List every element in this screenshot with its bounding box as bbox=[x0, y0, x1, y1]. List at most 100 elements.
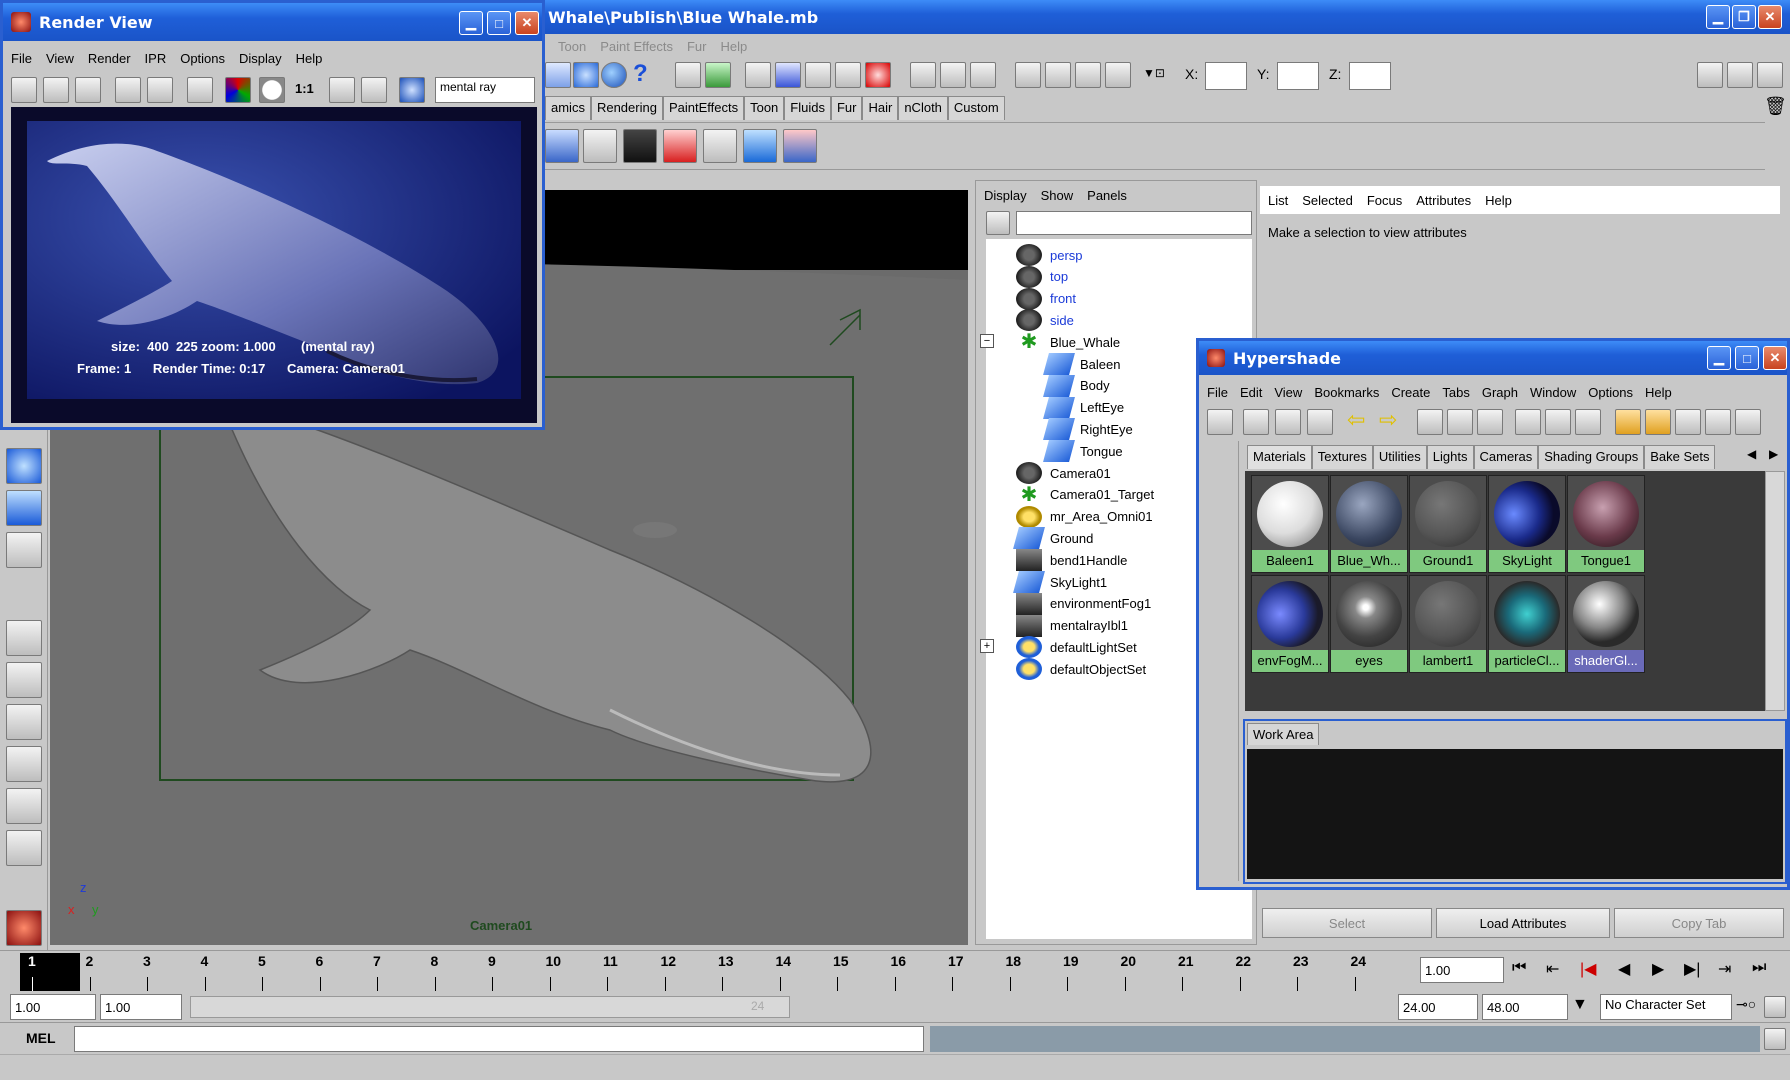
hs-menu-file[interactable]: File bbox=[1207, 385, 1228, 400]
x-field[interactable] bbox=[1205, 62, 1247, 90]
go-to-end-icon[interactable]: ⏭ bbox=[1752, 959, 1766, 977]
shelf-box-icon[interactable] bbox=[743, 129, 777, 163]
outliner-item[interactable]: Tongue bbox=[1043, 439, 1123, 463]
hs-show-bottom-tabs-icon[interactable] bbox=[1275, 409, 1301, 435]
hs-sort-by-name-icon[interactable] bbox=[1675, 409, 1701, 435]
shelf-tab-ncloth[interactable]: nCloth bbox=[898, 96, 948, 120]
output-ops-icon[interactable] bbox=[940, 62, 966, 88]
hs-show-top-tabs-icon[interactable] bbox=[1243, 409, 1269, 435]
hs-sort-by-time-icon[interactable] bbox=[1735, 409, 1761, 435]
rv-menu-view[interactable]: View bbox=[46, 51, 74, 66]
hs-toggle-create-bar-icon[interactable] bbox=[1207, 409, 1233, 435]
hs-tab-materials[interactable]: Materials bbox=[1247, 445, 1312, 469]
z-field[interactable] bbox=[1349, 62, 1391, 90]
rv-ipr-icon[interactable] bbox=[115, 77, 141, 103]
shelf-tab-custom[interactable]: Custom bbox=[947, 96, 1005, 120]
shelf-render-settings-icon[interactable] bbox=[623, 129, 657, 163]
outliner-search-input[interactable] bbox=[1016, 211, 1252, 235]
shelf-light-icon[interactable] bbox=[703, 129, 737, 163]
shelf-tab-fur[interactable]: Fur bbox=[830, 96, 863, 120]
material-swatch[interactable]: Blue_Wh... bbox=[1330, 475, 1408, 573]
outliner-menu-show[interactable]: Show bbox=[1041, 188, 1074, 203]
hs-tab-lights[interactable]: Lights bbox=[1426, 445, 1474, 469]
step-forward-frame-icon[interactable]: ▶| bbox=[1684, 959, 1700, 979]
hs-rearrange-icon[interactable] bbox=[1447, 409, 1473, 435]
single-pane-layout-icon[interactable] bbox=[6, 620, 42, 656]
input-ops-icon[interactable] bbox=[910, 62, 936, 88]
shelf-tab-fluids[interactable]: Fluids bbox=[784, 96, 831, 120]
rv-display-icon[interactable] bbox=[399, 77, 425, 103]
four-pane-layout-icon[interactable] bbox=[6, 662, 42, 698]
shelf-tab-toon[interactable]: Toon bbox=[744, 96, 785, 120]
material-swatch[interactable]: envFogM... bbox=[1251, 575, 1329, 673]
outliner-item[interactable]: Camera01 bbox=[1016, 461, 1111, 485]
render-view-minimize-button[interactable]: ▁ bbox=[459, 11, 483, 35]
hs-menu-bookmarks[interactable]: Bookmarks bbox=[1314, 385, 1379, 400]
outliner-item[interactable]: SkyLight1 bbox=[1013, 570, 1107, 594]
graph-layout-icon[interactable] bbox=[6, 746, 42, 782]
hs-input-output-icon[interactable] bbox=[1545, 409, 1571, 435]
outliner-item[interactable]: front bbox=[1016, 287, 1076, 311]
hs-menu-graph[interactable]: Graph bbox=[1482, 385, 1518, 400]
hs-clear-graph-icon[interactable] bbox=[1417, 409, 1443, 435]
time-slider[interactable]: 1 2 3 4 5 6 7 8 9 10 11 12 13 14 15 16 17 18 19 20 21 22 23 24 … bbox=[0, 950, 1790, 992]
view-snap-icon[interactable] bbox=[835, 62, 861, 88]
start-time-field[interactable] bbox=[10, 994, 96, 1020]
auto-key-icon[interactable]: ⊸○ bbox=[1736, 996, 1756, 1013]
live-icon[interactable] bbox=[865, 62, 891, 88]
outliner-menu-display[interactable]: Display bbox=[984, 188, 1027, 203]
attr-copy-tab-button[interactable]: Copy Tab bbox=[1614, 908, 1784, 938]
playback-start-field[interactable] bbox=[100, 994, 182, 1020]
play-forward-icon[interactable]: ▶ bbox=[1652, 959, 1664, 979]
command-language-label[interactable]: MEL bbox=[26, 1030, 56, 1046]
shelf-paint-icon[interactable] bbox=[783, 129, 817, 163]
rv-render-settings-icon[interactable] bbox=[187, 77, 213, 103]
hs-menu-tabs[interactable]: Tabs bbox=[1442, 385, 1469, 400]
curve-snap-icon[interactable] bbox=[775, 62, 801, 88]
step-back-frame-icon[interactable]: |◀ bbox=[1580, 959, 1596, 979]
outliner-item[interactable]: persp bbox=[1016, 243, 1083, 267]
construction-history-icon[interactable] bbox=[970, 62, 996, 88]
render-settings-icon[interactable] bbox=[1105, 62, 1131, 88]
hs-menu-window[interactable]: Window bbox=[1530, 385, 1576, 400]
rv-menu-ipr[interactable]: IPR bbox=[145, 51, 167, 66]
attr-select-button[interactable]: Select bbox=[1262, 908, 1432, 938]
outliner-item[interactable]: − ✱ Blue_Whale bbox=[980, 330, 1120, 354]
menu-paint-effects[interactable]: Paint Effects bbox=[600, 39, 673, 54]
material-swatch[interactable]: Tongue1 bbox=[1567, 475, 1645, 573]
material-swatch[interactable]: shaderGl... bbox=[1567, 575, 1645, 673]
outliner-item[interactable]: mr_Area_Omni01 bbox=[1016, 505, 1153, 529]
grid-snap-icon[interactable] bbox=[745, 62, 771, 88]
outliner-item[interactable]: top bbox=[1016, 265, 1068, 289]
outliner-item[interactable]: Ground bbox=[1013, 526, 1093, 550]
expand-icon[interactable]: + bbox=[980, 639, 994, 654]
end-dropdown-icon[interactable]: ▼ bbox=[1572, 996, 1588, 1014]
shelf-tab-dynamics[interactable]: amics bbox=[545, 96, 591, 120]
rv-snapshot-icon[interactable] bbox=[75, 77, 101, 103]
material-swatch[interactable]: particleCl... bbox=[1488, 575, 1566, 673]
shelf-hypershade-icon[interactable] bbox=[583, 129, 617, 163]
outliner-item[interactable]: LeftEye bbox=[1043, 396, 1124, 420]
shelf-render-layer-icon[interactable] bbox=[545, 129, 579, 163]
hs-menu-create[interactable]: Create bbox=[1391, 385, 1430, 400]
material-swatch[interactable]: eyes bbox=[1330, 575, 1408, 673]
attr-menu-attributes[interactable]: Attributes bbox=[1416, 193, 1471, 208]
hypershade-layout-icon[interactable] bbox=[6, 788, 42, 824]
rv-color-channel-icon[interactable] bbox=[225, 77, 251, 103]
hs-menu-options[interactable]: Options bbox=[1588, 385, 1633, 400]
render-current-icon[interactable] bbox=[1045, 62, 1071, 88]
select-icon[interactable] bbox=[705, 62, 731, 88]
transform-dropdown-icon[interactable]: ▼⊡ bbox=[1143, 66, 1165, 80]
current-time-field[interactable] bbox=[1420, 957, 1504, 983]
attr-menu-list[interactable]: List bbox=[1268, 193, 1288, 208]
hs-tab-utilities[interactable]: Utilities bbox=[1372, 445, 1427, 469]
go-to-start-icon[interactable]: ⏮ bbox=[1512, 959, 1526, 977]
hs-materials-scrollbar[interactable] bbox=[1765, 471, 1785, 711]
show-channel-box-icon[interactable] bbox=[1727, 62, 1753, 88]
outliner-layout-icon[interactable] bbox=[6, 704, 42, 740]
attr-menu-help[interactable]: Help bbox=[1485, 193, 1512, 208]
hs-forward-icon[interactable]: ⇨ bbox=[1379, 407, 1397, 433]
manipulator-tool-icon[interactable] bbox=[6, 532, 42, 568]
rv-refresh-ipr-icon[interactable] bbox=[147, 77, 173, 103]
hs-graph-materials-icon[interactable] bbox=[1477, 409, 1503, 435]
